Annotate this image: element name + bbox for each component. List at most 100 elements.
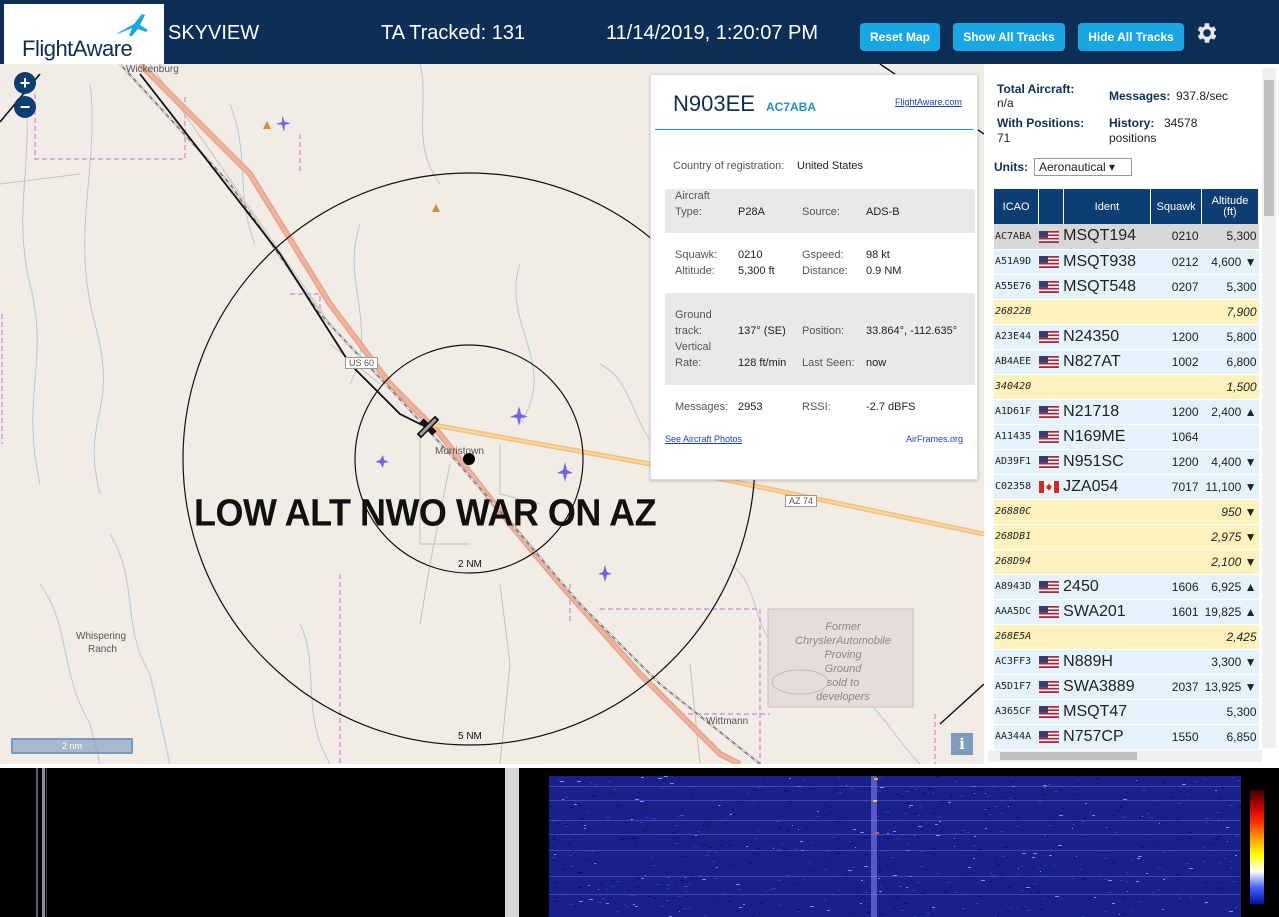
table-row[interactable]: 268DB1 2,975 ▼ (994, 524, 1259, 550)
chrysler-line: Former (825, 621, 861, 633)
cell-ident: N169ME (1063, 424, 1151, 450)
col-altitude[interactable]: Altitude (ft) (1201, 189, 1259, 224)
cell-ident: MSQT194 (1063, 224, 1151, 250)
col-squawk[interactable]: Squawk (1150, 189, 1202, 224)
messages-rate-value: 937.8/sec (1176, 89, 1229, 103)
us-flag-icon (1038, 256, 1059, 269)
cell-squawk (1150, 524, 1202, 550)
col-ident[interactable]: Ident (1063, 189, 1152, 224)
cell-icao: A365CF (994, 699, 1039, 725)
airframes-link[interactable]: AirFrames.org (906, 434, 963, 444)
table-row[interactable]: AD39F1 N951SC 1200 4,400 ▼ (994, 449, 1259, 475)
table-row[interactable]: 268D94 2,100 ▼ (994, 549, 1259, 575)
show-all-tracks-button[interactable]: Show All Tracks (953, 23, 1065, 51)
cell-altitude: 2,400 ▲ (1201, 399, 1259, 425)
info-button[interactable]: i (951, 733, 973, 755)
aircraft-marker-icon (510, 406, 528, 426)
table-row[interactable]: 340420 1,500 (994, 374, 1259, 400)
cell-icao: A55E76 (994, 274, 1039, 300)
units-label: Units: (994, 160, 1028, 174)
table-row[interactable]: A1D61F N21718 1200 2,400 ▲ (994, 399, 1259, 425)
total-aircraft-label: Total Aircraft: (997, 82, 1075, 96)
table-row[interactable]: AC3FF3 N889H 3,300 ▼ (994, 649, 1259, 675)
cell-altitude (1201, 424, 1259, 450)
cell-squawk (1150, 549, 1202, 575)
chrysler-line: Ground (824, 663, 862, 675)
cell-squawk: 2037 (1150, 674, 1202, 700)
horizontal-scroll-thumb[interactable] (1000, 752, 1137, 760)
cell-squawk: 1200 (1150, 399, 1202, 425)
zoom-in-button[interactable]: + (14, 72, 36, 94)
cell-ident: N951SC (1063, 449, 1151, 475)
table-row[interactable]: AC7ABA MSQT194 0210 5,300 (994, 224, 1259, 250)
zoom-out-button[interactable]: − (14, 96, 36, 118)
label-us60: US 60 (345, 357, 379, 369)
cell-altitude: 2,425 (1201, 624, 1259, 650)
rssi-label: RSSI: (802, 401, 831, 413)
hide-all-tracks-button[interactable]: Hide All Tracks (1078, 23, 1184, 51)
us-flag-icon (1038, 681, 1059, 694)
cell-altitude: 11,100 ▼ (1201, 474, 1259, 500)
distance-label: Distance: (802, 265, 848, 277)
signal-trace (36, 768, 47, 917)
with-positions-value: 71 (997, 131, 1011, 145)
cell-flag (1038, 249, 1064, 275)
scale-bar: 2 nm (11, 738, 133, 754)
table-row[interactable]: A51A9D MSQT938 0212 4,600 ▼ (994, 249, 1259, 275)
units-select[interactable]: Aeronautical ▾ (1034, 158, 1132, 176)
cell-squawk: 0210 (1150, 224, 1202, 250)
cell-ident: SWA3889 (1063, 674, 1151, 700)
ring-label-inner: 2 NM (458, 559, 482, 570)
cell-flag (1038, 224, 1064, 250)
cell-flag (1038, 524, 1064, 550)
col-flag[interactable] (1038, 189, 1064, 224)
table-row[interactable]: A5D1F7 SWA3889 2037 13,925 ▼ (994, 674, 1259, 700)
table-row[interactable]: A55E76 MSQT548 0207 5,300 (994, 274, 1259, 300)
splitter[interactable] (505, 768, 519, 917)
cell-ident (1063, 549, 1151, 575)
aircraft-table: ICAO Ident Squawk Altitude (ft) AC7ABA MS… (994, 189, 1259, 751)
table-row[interactable]: AA344A N757CP 1550 6,850 (994, 724, 1259, 750)
us-flag-icon (1038, 331, 1059, 344)
cell-squawk (1150, 624, 1202, 650)
table-row[interactable]: AAA5DC SWA201 1601 19,825 ▲ (994, 599, 1259, 625)
track-label: track: (675, 325, 702, 337)
cell-flag (1038, 549, 1064, 575)
table-row[interactable]: A8943D 2450 1606 6,925 ▲ (994, 574, 1259, 600)
cell-squawk: 7017 (1150, 474, 1202, 500)
table-row[interactable]: 26822B 7,900 (994, 299, 1259, 325)
label-morristown: Morristown (435, 446, 484, 457)
position-label: Position: (802, 325, 845, 337)
cell-flag (1038, 599, 1064, 625)
vertical-scroll-thumb[interactable] (1264, 80, 1274, 216)
flightaware-logo[interactable]: FlightAware (4, 4, 164, 64)
cell-icao: A1D61F (994, 399, 1039, 425)
table-row[interactable]: A365CF MSQT47 5,300 (994, 699, 1259, 725)
cell-squawk: 1064 (1150, 424, 1202, 450)
col-icao[interactable]: ICAO (994, 189, 1040, 224)
reset-map-button[interactable]: Reset Map (860, 23, 940, 51)
label-wickenburg: Wickenburg (126, 64, 179, 75)
gear-icon[interactable] (1194, 20, 1220, 46)
table-row[interactable]: AB4AEE N827AT 1002 6,800 (994, 349, 1259, 375)
table-row[interactable]: A11435 N169ME 1064 (994, 424, 1259, 450)
aircraft-marker-icon (598, 565, 612, 582)
flightaware-link[interactable]: FlightAware.com (895, 97, 962, 107)
cell-altitude: 7,900 (1201, 299, 1259, 325)
cell-flag (1038, 299, 1064, 325)
table-row[interactable]: 268E5A 2,425 (994, 624, 1259, 650)
aircraft-type-label: Aircraft (675, 190, 710, 202)
us-flag-icon (1038, 731, 1059, 744)
cell-altitude: 6,925 ▲ (1201, 574, 1259, 600)
aircraft-photos-link[interactable]: See Aircraft Photos (665, 434, 742, 444)
canada-flag-icon (1038, 481, 1059, 494)
total-aircraft-value: n/a (997, 96, 1014, 110)
cell-flag (1038, 324, 1064, 350)
cell-flag (1038, 349, 1064, 375)
gspeed-label: Gspeed: (802, 249, 844, 261)
table-row[interactable]: 26880C 950 ▼ (994, 499, 1259, 525)
altitude-label: Altitude: (675, 265, 715, 277)
table-row[interactable]: A23E44 N24350 1200 5,800 (994, 324, 1259, 350)
table-row[interactable]: C02358 JZA054 7017 11,100 ▼ (994, 474, 1259, 500)
us-flag-icon (1038, 581, 1059, 594)
